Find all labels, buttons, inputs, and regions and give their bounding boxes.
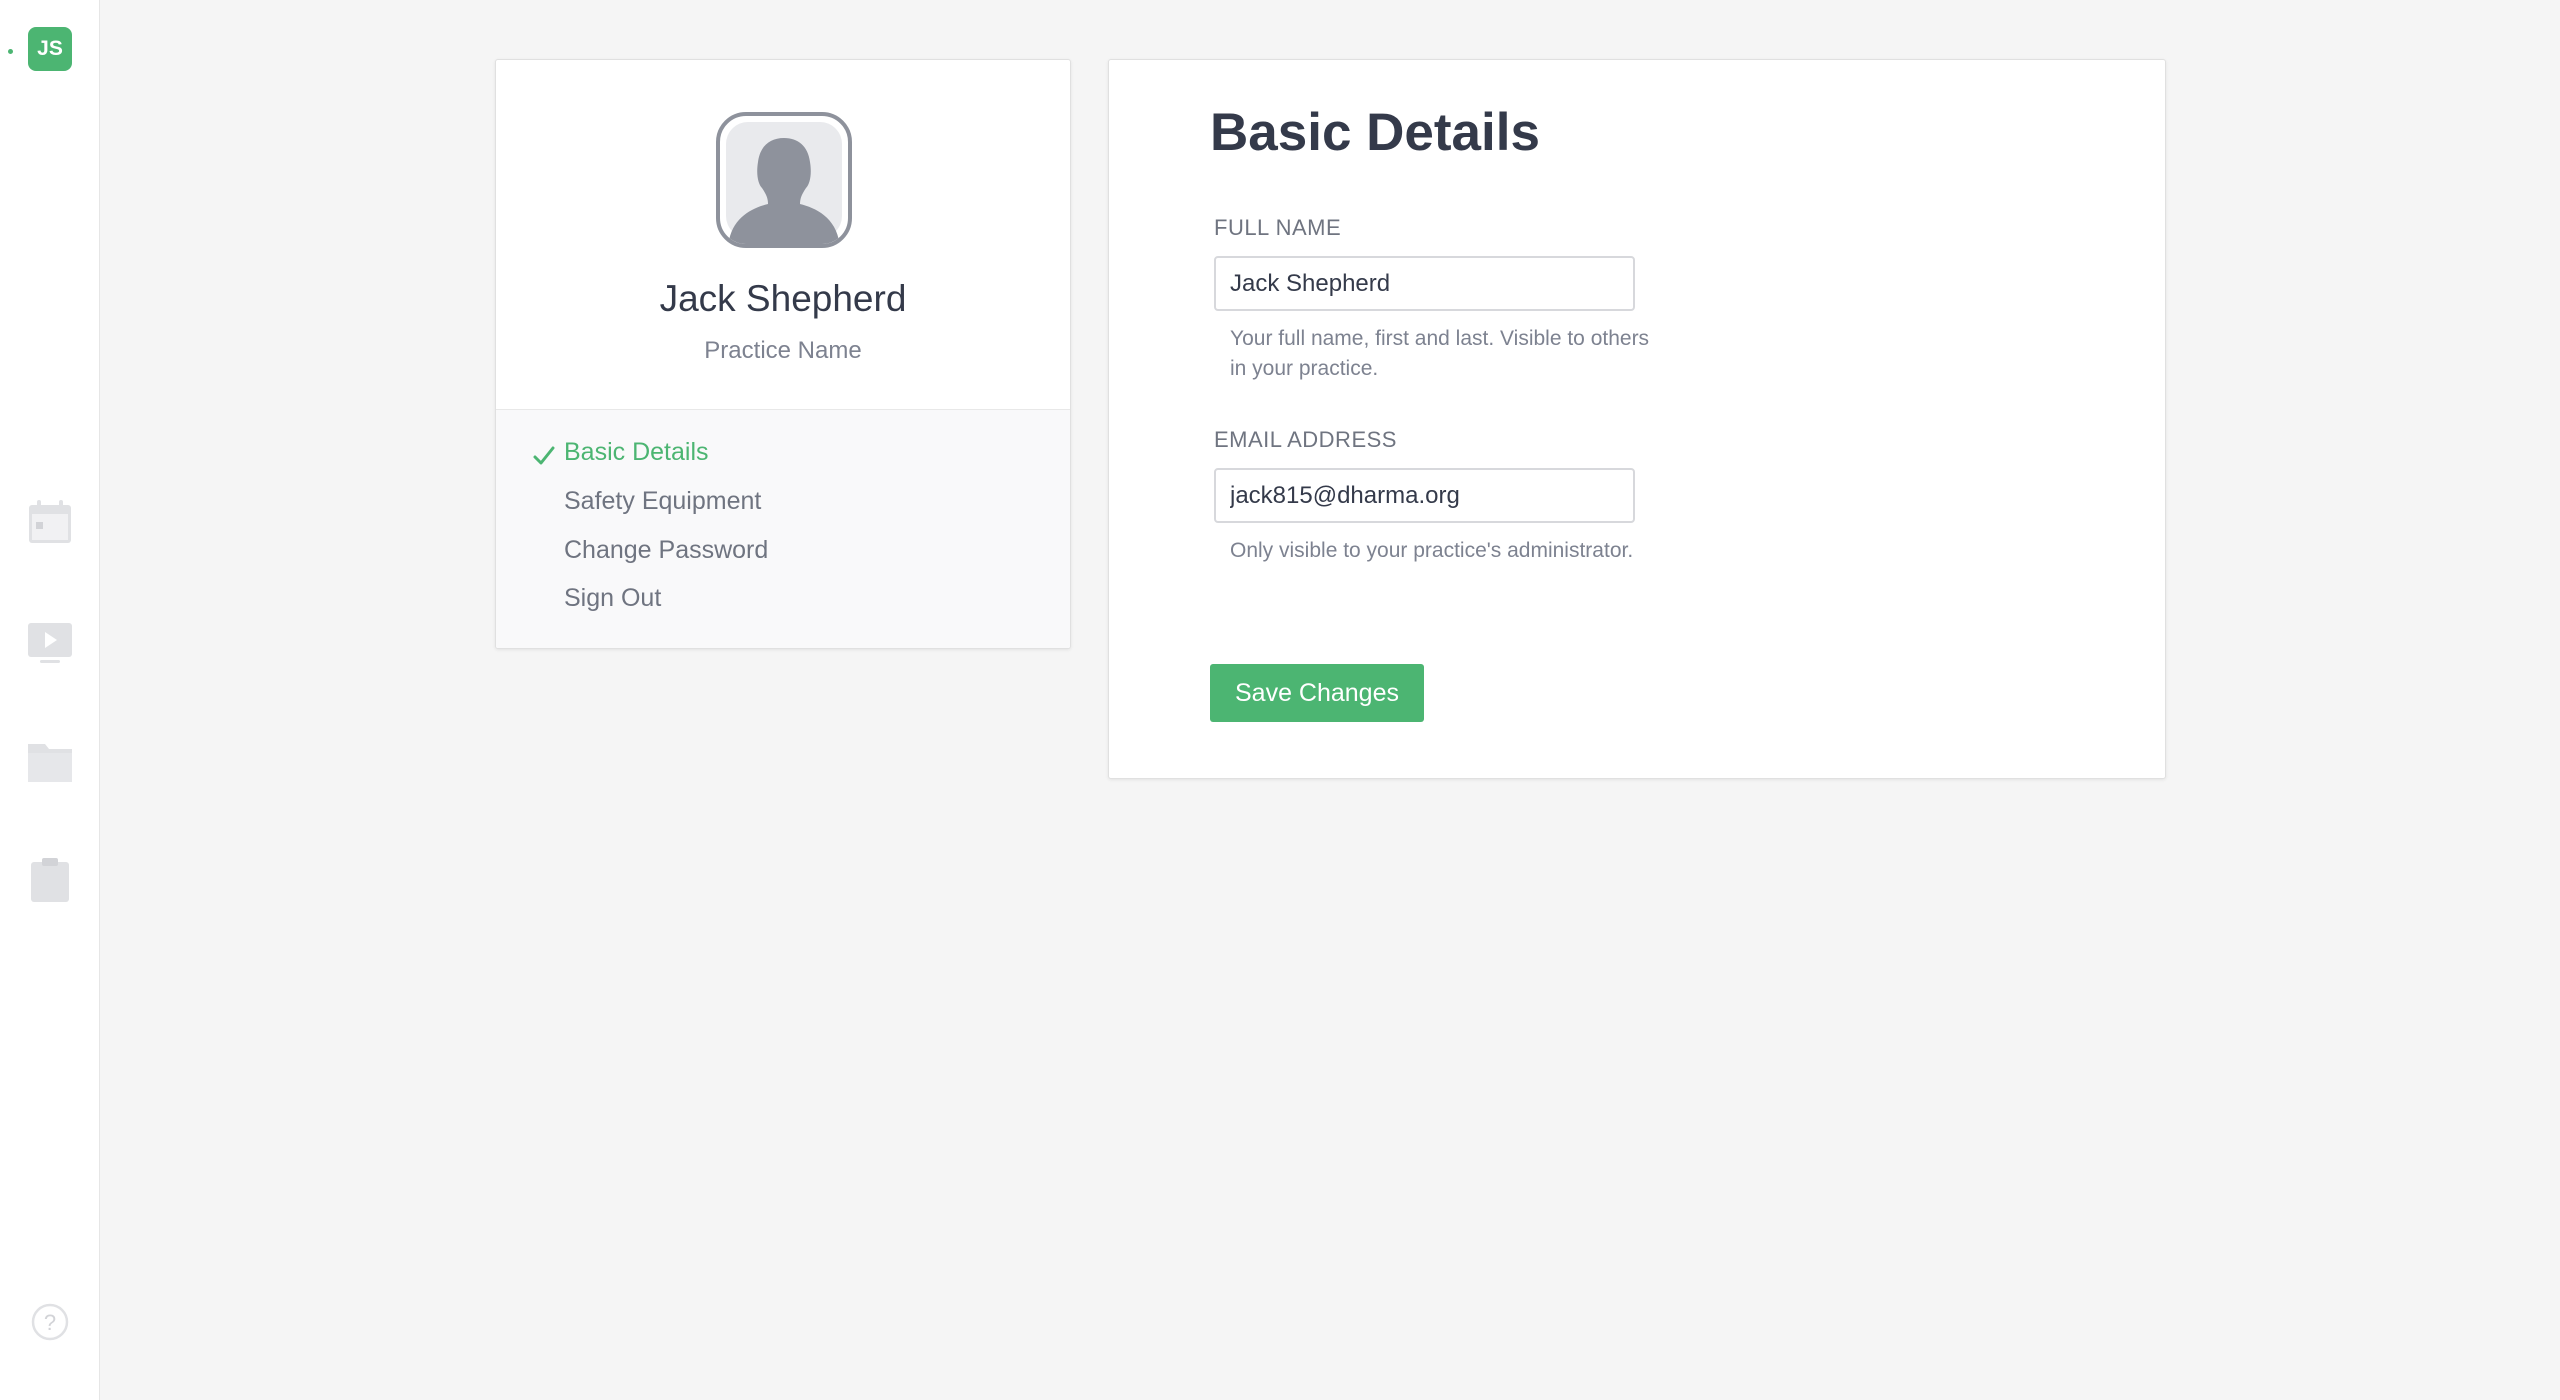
email-input[interactable] [1214,468,1635,523]
profile-name: Jack Shepherd [659,278,907,319]
profile-summary: Jack Shepherd Practice Name [496,60,1070,410]
full-name-input[interactable] [1214,256,1635,311]
user-avatar[interactable]: JS [28,27,72,71]
form-title: Basic Details [1210,103,1540,162]
clipboard-icon[interactable] [28,858,72,902]
active-indicator-dot [8,49,13,54]
save-changes-button[interactable]: Save Changes [1210,664,1424,722]
checkmark-icon [532,444,556,468]
profile-nav: Basic Details Safety Equipment Change Pa… [496,410,1070,648]
sidebar: JS ? [0,0,100,1400]
help-icon[interactable]: ? [31,1303,69,1341]
nav-item-safety-equipment[interactable]: Safety Equipment [564,487,761,516]
full-name-help: Your full name, first and last. Visible … [1230,327,1650,380]
full-name-label: FULL NAME [1214,215,1342,240]
nav-item-sign-out[interactable]: Sign Out [564,584,661,613]
profile-photo-placeholder[interactable] [716,112,852,248]
email-label: EMAIL ADDRESS [1214,427,1397,452]
practice-name: Practice Name [704,337,862,364]
nav-item-basic-details[interactable]: Basic Details [564,438,709,467]
calendar-icon[interactable] [28,500,72,544]
nav-item-change-password[interactable]: Change Password [564,536,768,565]
folder-icon[interactable] [28,740,72,784]
svg-text:?: ? [44,1310,56,1335]
profile-card: Jack Shepherd Practice Name Basic Detail… [495,59,1071,649]
video-icon[interactable] [28,620,72,664]
email-help: Only visible to your practice's administ… [1230,539,1634,562]
basic-details-form: Basic Details FULL NAME Your full name, … [1108,59,2166,779]
